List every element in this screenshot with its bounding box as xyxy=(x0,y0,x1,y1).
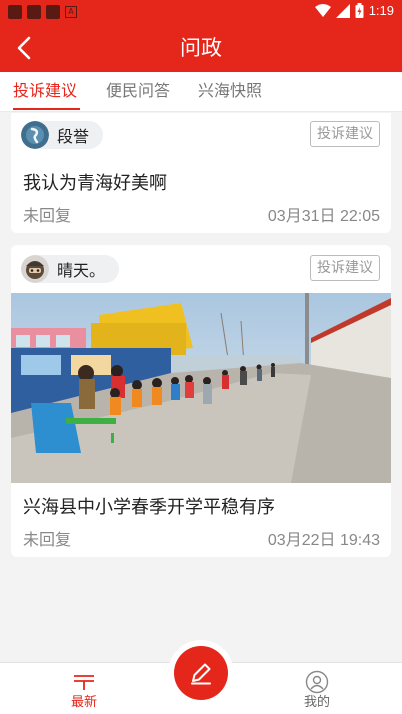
user-badge[interactable]: 晴天。 xyxy=(21,255,120,283)
status-time: 1:19 xyxy=(368,3,394,18)
nav-mine[interactable]: 我的 xyxy=(277,663,357,714)
category-tag: 投诉建议 xyxy=(310,121,380,147)
pencil-icon xyxy=(191,663,211,685)
nav-latest[interactable]: 最新 xyxy=(44,663,124,714)
reply-status: 未回复 xyxy=(23,206,72,225)
wifi-icon xyxy=(314,3,331,17)
battery-icon xyxy=(355,3,364,18)
post-date: 03月22日 19:43 xyxy=(267,532,380,549)
post-card[interactable]: 段誉 投诉建议 我认为青海好美啊 未回复 03月31日 22:05 xyxy=(11,113,391,233)
post-date: 03月31日 22:05 xyxy=(267,208,380,225)
nav-mine-label: 我的 xyxy=(303,695,330,710)
tab-bar: 投诉建议 便民问答 兴海快照 xyxy=(0,72,402,112)
app-notification-icon: A xyxy=(65,6,77,18)
status-bar: A 1:19 xyxy=(0,0,402,24)
notification-icon xyxy=(27,5,41,19)
tab-complaints[interactable]: 投诉建议 xyxy=(13,80,77,102)
reply-status: 未回复 xyxy=(23,530,72,549)
notification-icons: A xyxy=(8,5,77,19)
notification-icon xyxy=(8,5,22,19)
tab-qa[interactable]: 便民问答 xyxy=(106,80,170,102)
title-bar: 问政 xyxy=(0,24,402,72)
user-badge[interactable]: 段誉 xyxy=(21,121,104,149)
avatar xyxy=(21,255,49,283)
cellular-signal-icon xyxy=(335,3,350,18)
post-card[interactable]: 晴天。 投诉建议 兴海县中小学春季开学平稳有序 未回复 03月22日 19:43 xyxy=(11,245,391,557)
category-tag: 投诉建议 xyxy=(310,255,380,281)
tab-snapshot[interactable]: 兴海快照 xyxy=(198,80,262,102)
post-title[interactable]: 兴海县中小学春季开学平稳有序 xyxy=(23,493,275,519)
user-name: 晴天。 xyxy=(57,261,106,280)
user-name: 段誉 xyxy=(57,127,90,146)
post-photo[interactable] xyxy=(11,293,391,483)
active-tab-indicator xyxy=(13,108,80,110)
nav-latest-label: 最新 xyxy=(70,695,97,710)
page-title: 问政 xyxy=(180,36,222,60)
compose-button[interactable] xyxy=(174,646,228,700)
notification-icon xyxy=(46,5,60,19)
avatar xyxy=(21,121,49,149)
post-title[interactable]: 我认为青海好美啊 xyxy=(23,169,167,195)
